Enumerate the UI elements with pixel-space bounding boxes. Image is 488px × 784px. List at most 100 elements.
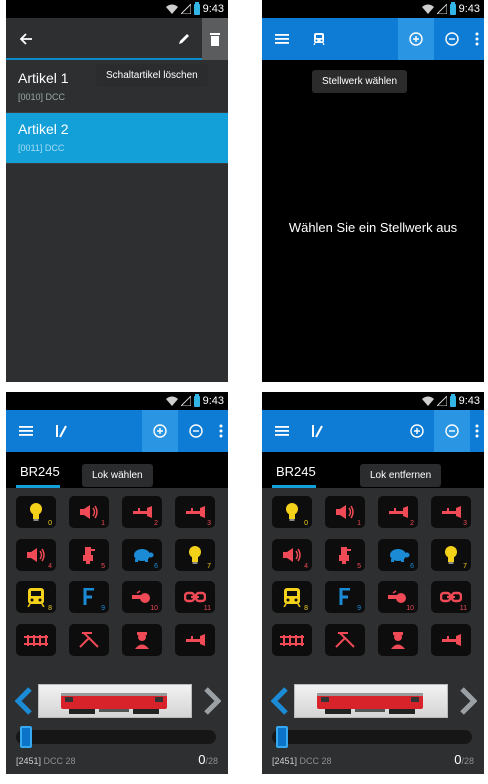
speed-slider-thumb[interactable] [20, 726, 32, 748]
loco-protocol: DCC 28 [299, 756, 332, 766]
pump-icon [337, 545, 353, 565]
rails-icon [280, 634, 304, 646]
speed-readout: 0/28 [198, 752, 218, 767]
function-grid: 0 1 2 3 4 5 6 7 8 9 10 11 [16, 496, 222, 656]
function-button[interactable]: 11 [175, 581, 215, 613]
function-button[interactable]: 3 [431, 496, 471, 528]
function-button[interactable]: 2 [122, 496, 162, 528]
list-item-article-1[interactable]: Artikel 1 [0010] DCC [6, 62, 228, 112]
app-bar [262, 18, 484, 60]
function-button[interactable]: 5 [69, 538, 109, 571]
overflow-menu-icon[interactable] [470, 18, 484, 60]
function-button[interactable]: 1 [325, 496, 365, 528]
battery-icon [449, 393, 456, 407]
stellwerk-train-icon[interactable] [306, 18, 332, 60]
function-button[interactable]: 6 [122, 538, 162, 571]
article-meta: [0010] DCC [18, 92, 66, 102]
function-button[interactable] [325, 623, 365, 656]
previous-loco-arrow-icon[interactable] [12, 682, 36, 720]
conductor-icon [133, 631, 151, 649]
function-button[interactable]: 7 [431, 538, 471, 571]
function-grid: 0 1 2 3 4 5 6 7 8 9 10 11 [272, 496, 478, 656]
remove-circle-icon[interactable] [184, 410, 208, 452]
add-circle-icon[interactable] [398, 18, 434, 60]
function-button[interactable] [272, 623, 312, 656]
function-number: 11 [203, 605, 211, 612]
add-circle-icon[interactable] [404, 410, 430, 452]
function-button[interactable] [175, 623, 215, 656]
speed-slider[interactable] [16, 726, 216, 748]
function-button[interactable]: 2 [378, 496, 418, 528]
overflow-menu-icon[interactable] [214, 410, 228, 452]
status-time: 9:43 [202, 3, 224, 15]
function-button[interactable] [69, 623, 109, 656]
function-number: 11 [459, 605, 467, 612]
remove-circle-icon[interactable] [434, 410, 470, 452]
previous-loco-arrow-icon[interactable] [268, 682, 292, 720]
function-button[interactable]: 4 [16, 538, 56, 571]
loco-protocol: DCC 28 [43, 756, 76, 766]
function-button[interactable] [16, 623, 56, 656]
edit-pencil-icon[interactable] [170, 18, 198, 60]
function-button[interactable]: 8 [16, 581, 56, 613]
tab-loco[interactable]: BR245 [20, 464, 60, 479]
remove-loco-tooltip: Lok entfernen [360, 464, 442, 487]
add-circle-icon[interactable] [142, 410, 178, 452]
speed-slider-thumb[interactable] [276, 726, 288, 748]
menu-icon[interactable] [268, 18, 296, 60]
function-button[interactable]: 3 [175, 496, 215, 528]
speed-slider[interactable] [272, 726, 472, 748]
function-button[interactable]: 8 [272, 581, 312, 613]
function-button[interactable]: 9 [325, 581, 365, 613]
status-time: 9:43 [202, 395, 224, 407]
function-button[interactable] [378, 623, 418, 656]
function-button[interactable]: 4 [272, 538, 312, 571]
tab-loco[interactable]: BR245 [276, 464, 316, 479]
loco-controller-icon[interactable] [304, 410, 330, 452]
signal-icon [180, 396, 191, 406]
loco-control-screen-add: 9:43 BR245 Lok wählen 0 1 2 3 4 5 6 7 8 9 10 11 [6, 392, 228, 774]
status-bar: 9:43 [6, 392, 228, 410]
conductor-icon [389, 631, 407, 649]
function-button[interactable] [431, 623, 471, 656]
function-button[interactable]: 0 [16, 496, 56, 528]
horn-icon [387, 505, 409, 519]
function-button[interactable]: 5 [325, 538, 365, 571]
horn-icon [440, 505, 462, 519]
wifi-icon [165, 396, 178, 406]
article-name: Artikel 2 [18, 121, 69, 137]
overflow-menu-icon[interactable] [470, 410, 484, 452]
function-button[interactable]: 7 [175, 538, 215, 571]
function-button[interactable]: 1 [69, 496, 109, 528]
function-button[interactable]: 0 [272, 496, 312, 528]
whistle-icon [131, 590, 153, 604]
signal-icon [180, 4, 191, 14]
tab-indicator [272, 485, 316, 488]
delete-trash-icon[interactable] [202, 18, 228, 60]
loco-image [294, 684, 448, 718]
signal-icon [436, 396, 447, 406]
battery-icon [449, 1, 456, 15]
whistle-icon [387, 590, 409, 604]
function-number: 2 [410, 520, 414, 527]
menu-icon[interactable] [12, 410, 40, 452]
menu-icon[interactable] [268, 410, 296, 452]
function-button[interactable]: 11 [431, 581, 471, 613]
remove-circle-icon[interactable] [440, 18, 464, 60]
function-number: 3 [463, 520, 467, 527]
next-loco-arrow-icon[interactable] [200, 682, 224, 720]
function-button[interactable] [122, 623, 162, 656]
back-arrow-icon[interactable] [14, 18, 38, 60]
function-number: 9 [357, 605, 361, 612]
function-button[interactable]: 6 [378, 538, 418, 571]
speed-max: /28 [461, 756, 474, 766]
loco-controller-icon[interactable] [48, 410, 74, 452]
function-button[interactable]: 9 [69, 581, 109, 613]
function-button[interactable]: 10 [122, 581, 162, 613]
function-button[interactable]: 10 [378, 581, 418, 613]
next-loco-arrow-icon[interactable] [456, 682, 480, 720]
function-number: 1 [357, 520, 361, 527]
list-item-article-2[interactable]: Artikel 2 [0011] DCC [6, 113, 228, 163]
wifi-icon [421, 4, 434, 14]
status-bar: 9:43 [262, 392, 484, 410]
